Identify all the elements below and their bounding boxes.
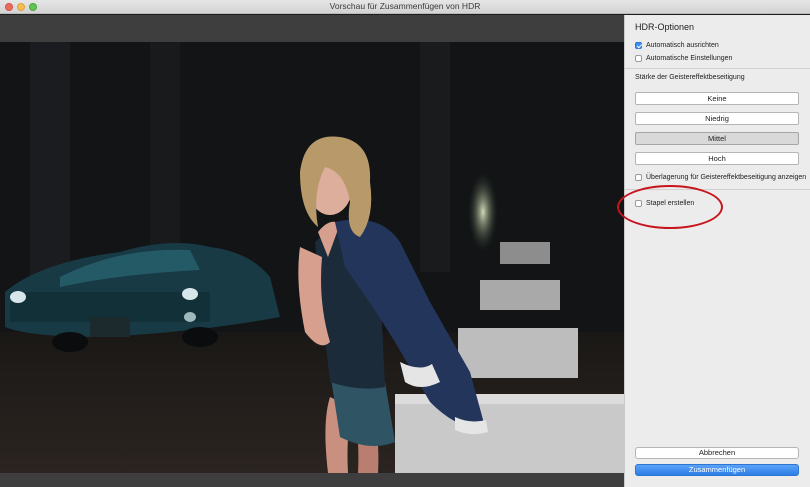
auto-align-checkbox[interactable]	[635, 42, 642, 49]
ghost-option-medium-button[interactable]: Mittel	[635, 132, 799, 145]
ghost-option-high-button[interactable]: Hoch	[635, 152, 799, 165]
hdr-preview-image	[0, 42, 624, 473]
cancel-button[interactable]: Abbrechen	[635, 447, 799, 459]
title-bar: Vorschau für Zusammenfügen von HDR	[0, 0, 810, 14]
ghost-overlay-label: Überlagerung für Geistereffektbeseitigun…	[646, 174, 807, 181]
auto-settings-label: Automatische Einstellungen	[646, 55, 733, 62]
ghost-overlay-checkbox[interactable]	[635, 174, 642, 181]
hdr-options-panel: HDR-Optionen Automatisch ausrichten Auto…	[624, 15, 810, 487]
auto-align-label: Automatisch ausrichten	[646, 42, 719, 49]
auto-settings-checkbox-row[interactable]: Automatische Einstellungen	[635, 55, 732, 62]
panel-title: HDR-Optionen	[635, 22, 695, 32]
merge-button[interactable]: Zusammenfügen	[635, 464, 799, 476]
create-stack-checkbox[interactable]	[635, 200, 642, 207]
divider	[625, 189, 810, 190]
preview-area	[0, 15, 624, 487]
ghost-option-low-button[interactable]: Niedrig	[635, 112, 799, 125]
window-title: Vorschau für Zusammenfügen von HDR	[329, 1, 481, 11]
ghost-overlay-checkbox-row[interactable]: Überlagerung für Geistereffektbeseitigun…	[635, 174, 806, 181]
create-stack-label: Stapel erstellen	[646, 200, 695, 207]
ghost-removal-label: Stärke der Geistereffektbeseitigung	[635, 74, 745, 81]
photo-illustration	[0, 42, 624, 473]
auto-settings-checkbox[interactable]	[635, 55, 642, 62]
divider	[625, 68, 810, 69]
create-stack-checkbox-row[interactable]: Stapel erstellen	[635, 200, 694, 207]
ghost-option-none-button[interactable]: Keine	[635, 92, 799, 105]
auto-align-checkbox-row[interactable]: Automatisch ausrichten	[635, 42, 719, 49]
